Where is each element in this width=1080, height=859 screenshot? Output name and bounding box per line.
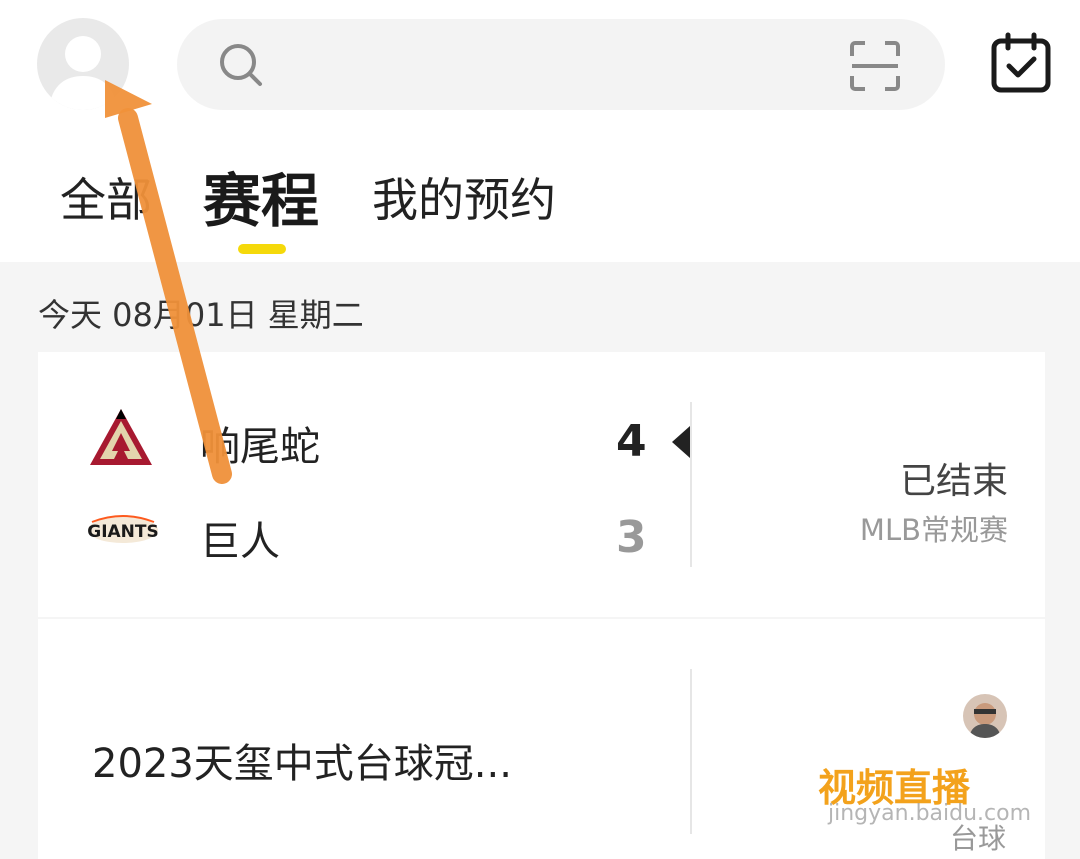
tab-all[interactable]: 全部 — [60, 164, 152, 230]
watermark-url: jingyan.baidu.com — [828, 801, 1032, 826]
streamer-avatar — [963, 694, 1007, 738]
tab-my-reservations[interactable]: 我的预约 — [372, 164, 556, 230]
active-tab-indicator — [238, 244, 286, 254]
tab-bar: 全部 赛程 我的预约 — [0, 150, 1080, 260]
search-bar[interactable] — [177, 19, 945, 110]
tab-schedule[interactable]: 赛程 — [203, 154, 319, 238]
home-team-score: 4 — [616, 416, 647, 467]
winner-marker-icon — [672, 426, 690, 458]
card-divider — [690, 402, 692, 567]
league-label: MLB常规赛 — [859, 513, 1008, 547]
date-header: 今天 08月01日 星期二 — [38, 296, 364, 334]
svg-text:GIANTS: GIANTS — [87, 522, 159, 542]
event-title: 2023天玺中式台球冠... — [92, 741, 512, 787]
home-team-name: 响尾蛇 — [200, 424, 320, 470]
diamondbacks-logo-icon — [90, 409, 152, 465]
calendar-check-icon[interactable] — [990, 32, 1052, 94]
scan-icon[interactable] — [849, 40, 901, 92]
match-card[interactable]: 响尾蛇 4 GIANTS 巨人 3 已结束 MLB常规赛 — [38, 352, 1045, 617]
away-team-score: 3 — [616, 512, 647, 563]
card-divider — [690, 669, 692, 834]
giants-logo-icon: GIANTS — [87, 515, 159, 543]
user-avatar-icon[interactable] — [37, 18, 129, 110]
match-status: 已结束 — [899, 461, 1008, 502]
event-card[interactable]: 2023天玺中式台球冠... 视频直播 台球 jingyan.baidu.com — [38, 619, 1045, 859]
away-team-name: 巨人 — [200, 519, 280, 565]
top-bar: 全部 赛程 我的预约 — [0, 0, 1080, 262]
search-icon — [220, 44, 262, 86]
